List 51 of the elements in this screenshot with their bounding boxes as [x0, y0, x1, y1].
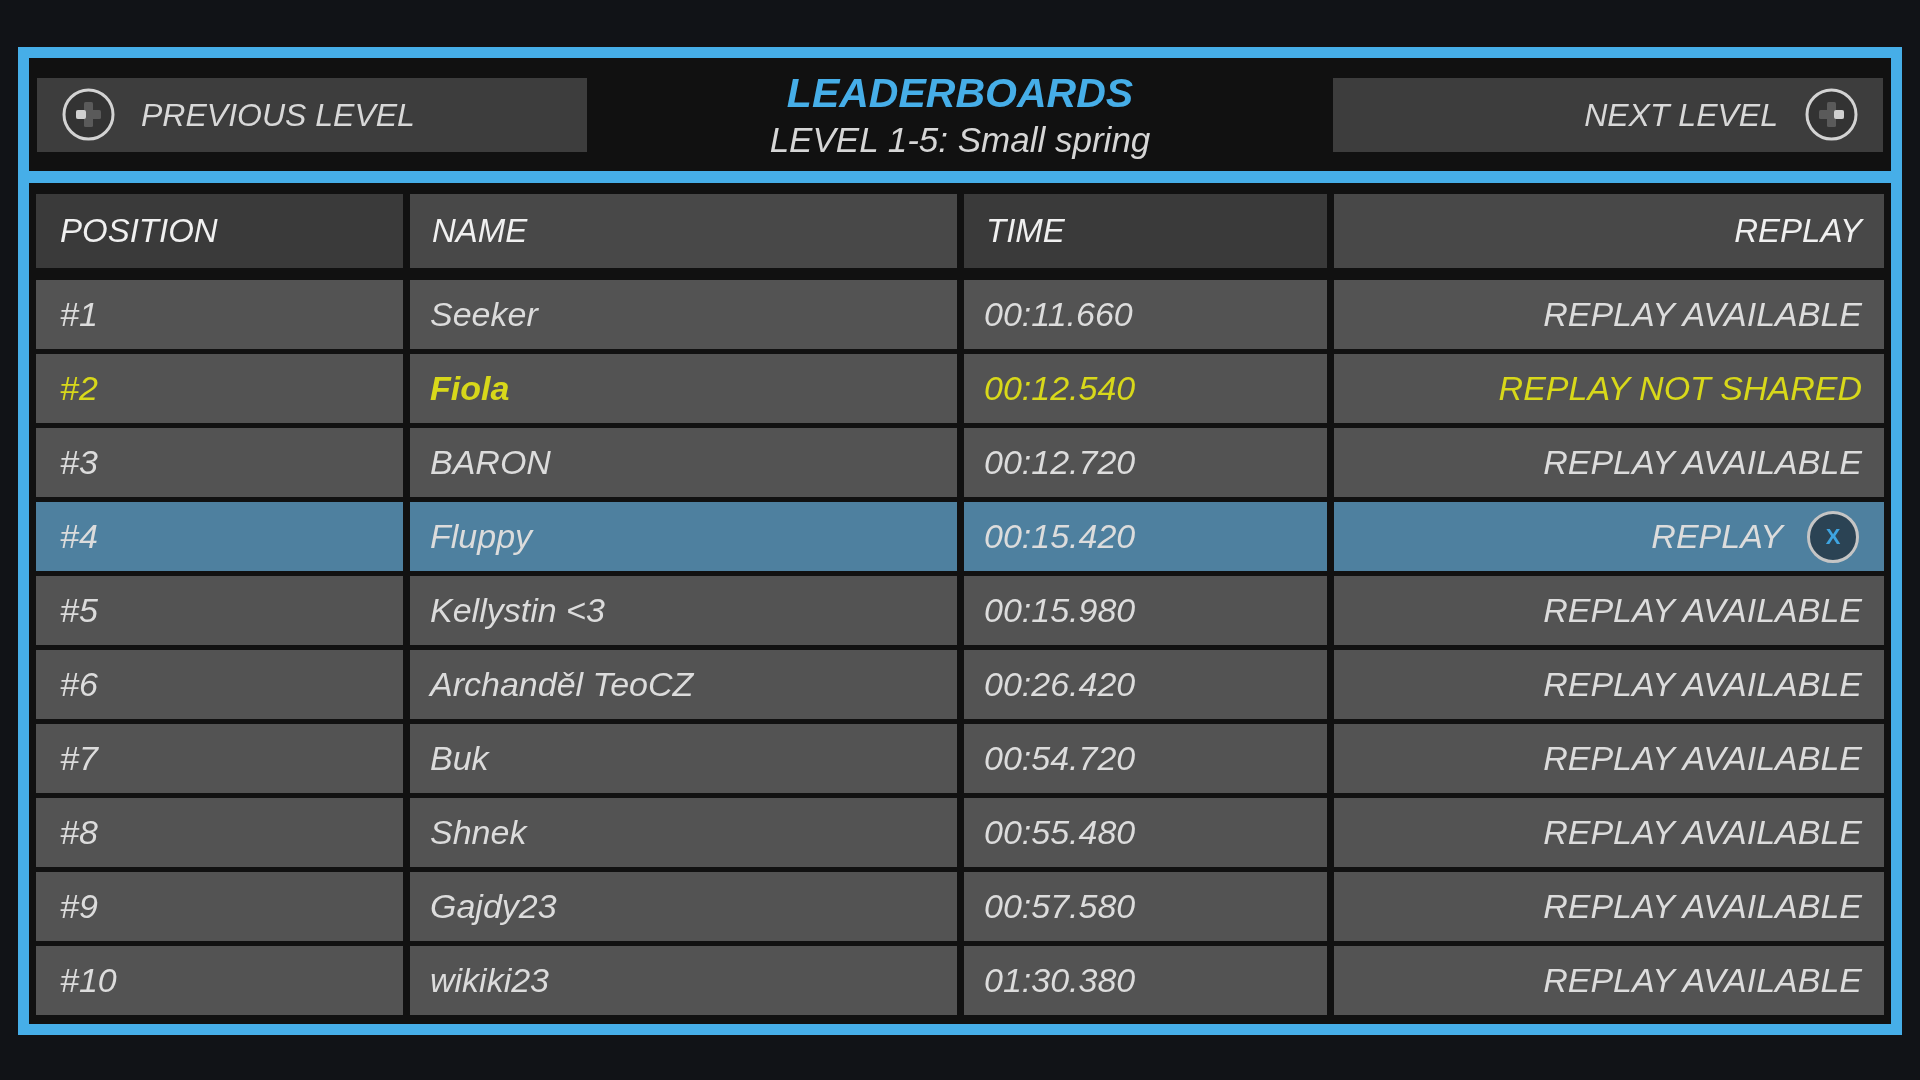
column-header: REPLAY [1334, 194, 1884, 268]
previous-level-button[interactable]: PREVIOUS LEVEL [37, 77, 587, 152]
table-cell: 00:11.660 [964, 280, 1327, 349]
table-cell: 00:55.480 [964, 798, 1327, 867]
table-cell: REPLAY AVAILABLE [1334, 280, 1884, 349]
table-cell: 00:54.720 [964, 724, 1327, 793]
next-level-button[interactable]: NEXT LEVEL [1333, 77, 1883, 152]
table-cell: REPLAY NOT SHARED [1334, 354, 1884, 423]
table-cell: #8 [36, 798, 403, 867]
table-cell: #7 [36, 724, 403, 793]
table-cell: #2 [36, 354, 403, 423]
table-cell: REPLAY AVAILABLE [1334, 428, 1884, 497]
table-cell: #1 [36, 280, 403, 349]
table-cell: #3 [36, 428, 403, 497]
replay-label: REPLAY [1651, 516, 1783, 557]
level-subtitle: LEVEL 1-5: Small spring [769, 119, 1151, 160]
table-cell: wikiki23 [410, 946, 957, 1015]
table-cell: Archanděl TeoCZ [410, 650, 957, 719]
table-cell: REPLAY AVAILABLE [1334, 576, 1884, 645]
table-cell: REPLAY AVAILABLE [1334, 798, 1884, 867]
column-header: NAME [410, 194, 957, 268]
table-cell: #9 [36, 872, 403, 941]
table-cell: REPLAY AVAILABLE [1334, 724, 1884, 793]
table-cell: 00:12.540 [964, 354, 1327, 423]
table-cell: 00:15.420 [964, 502, 1327, 571]
table-cell: Fiola [410, 354, 957, 423]
table-cell: 00:15.980 [964, 576, 1327, 645]
column-header: TIME [964, 194, 1327, 268]
table-cell: #10 [36, 946, 403, 1015]
table-cell: 00:26.420 [964, 650, 1327, 719]
table-cell: #6 [36, 650, 403, 719]
table-cell: Kellystin <3 [410, 576, 957, 645]
table-cell: Buk [410, 724, 957, 793]
table-cell: #5 [36, 576, 403, 645]
table-cell: BARON [410, 428, 957, 497]
x-button-prompt[interactable]: X [1807, 510, 1859, 563]
screen-title: LEADERBOARDS [786, 69, 1134, 116]
dpad-icon [1805, 88, 1858, 141]
table-cell: Seeker [410, 280, 957, 349]
table-cell: 00:12.720 [964, 428, 1327, 497]
table-cell: 00:57.580 [964, 872, 1327, 941]
column-header: POSITION [36, 194, 403, 268]
table-cell: Gajdy23 [410, 872, 957, 941]
table-cell: REPLAY AVAILABLE [1334, 650, 1884, 719]
table-cell: REPLAY AVAILABLE [1334, 872, 1884, 941]
table-cell: 01:30.380 [964, 946, 1327, 1015]
table-cell: Fluppy [410, 502, 957, 571]
dpad-icon [62, 88, 115, 141]
table-cell: Shnek [410, 798, 957, 867]
table-cell: REPLAY AVAILABLE [1334, 946, 1884, 1015]
table-cell: #4 [36, 502, 403, 571]
